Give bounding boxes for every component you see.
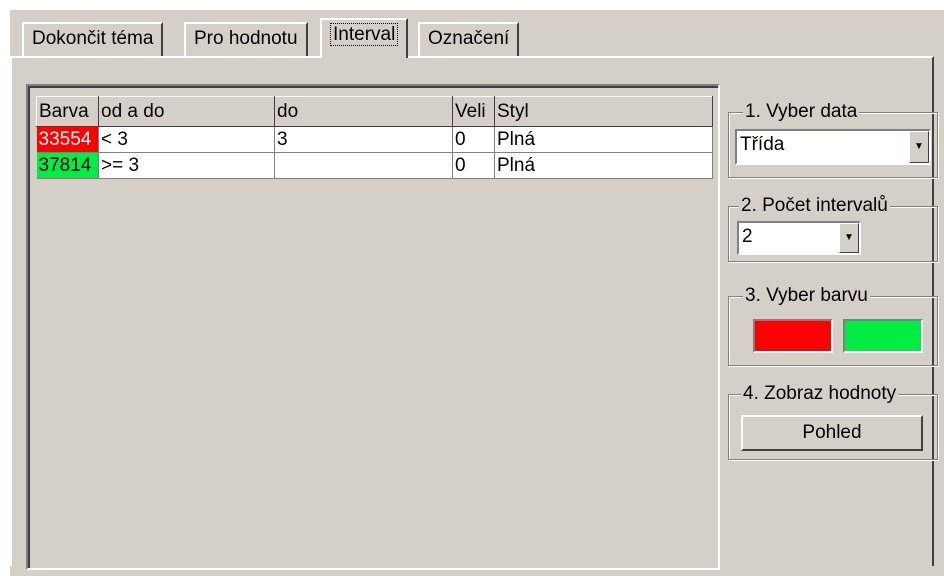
- color-swatch-red[interactable]: [753, 319, 833, 353]
- to-cell[interactable]: 3: [274, 126, 453, 153]
- group-zobraz-hodnoty: 4. Zobraz hodnoty Pohled: [728, 383, 938, 460]
- size-cell[interactable]: 0: [452, 126, 495, 153]
- interval-table[interactable]: Barva od a do do Veli Styl 33554 < 3 3 0…: [36, 96, 713, 179]
- column-header-do[interactable]: do: [274, 96, 453, 127]
- color-cell[interactable]: 33554: [36, 126, 99, 153]
- group-pocet-intervalu: 2. Počet intervalů 2 ▼: [728, 195, 938, 262]
- group-label: 1. Vyber data: [743, 101, 860, 123]
- table-header-row: Barva od a do do Veli Styl: [36, 96, 713, 127]
- column-header-velikost[interactable]: Veli: [452, 96, 495, 127]
- tab-label: Označení: [428, 28, 510, 49]
- column-header-styl[interactable]: Styl: [494, 96, 713, 127]
- column-header-barva[interactable]: Barva: [36, 96, 99, 127]
- table-row[interactable]: 33554 < 3 3 0 Plná: [36, 126, 713, 153]
- select-value: 2: [742, 226, 753, 247]
- style-cell[interactable]: Plná: [494, 152, 713, 179]
- select-value: Třída: [740, 134, 785, 155]
- tab-oznaceni[interactable]: Označení: [418, 22, 520, 56]
- group-label: 3. Vyber barvu: [743, 285, 870, 307]
- to-cell[interactable]: [274, 152, 453, 179]
- button-label: Pohled: [802, 422, 862, 443]
- tab-interval[interactable]: Interval: [320, 18, 409, 58]
- color-cell[interactable]: 37814: [36, 152, 99, 179]
- chevron-down-icon[interactable]: ▼: [909, 131, 929, 163]
- pohled-button[interactable]: Pohled: [741, 415, 923, 451]
- group-vyber-barvu: 3. Vyber barvu: [728, 285, 938, 366]
- interval-count-select[interactable]: 2 ▼: [737, 221, 861, 255]
- column-header-od-a-do[interactable]: od a do: [98, 96, 275, 127]
- color-swatch-green[interactable]: [843, 319, 923, 353]
- tab-label: Pro hodnotu: [194, 28, 298, 49]
- style-cell[interactable]: Plná: [494, 126, 713, 153]
- group-label: 4. Zobraz hodnoty: [741, 383, 899, 405]
- tab-label: Interval: [330, 23, 399, 46]
- data-select[interactable]: Třída ▼: [735, 129, 931, 165]
- tab-dokoncit-tema[interactable]: Dokončit téma: [22, 22, 164, 56]
- size-cell[interactable]: 0: [452, 152, 495, 179]
- chevron-down-icon[interactable]: ▼: [839, 223, 859, 253]
- group-vyber-data: 1. Vyber data Třída ▼: [728, 101, 938, 178]
- from-cell[interactable]: >= 3: [98, 152, 275, 179]
- from-cell[interactable]: < 3: [98, 126, 275, 153]
- tab-pro-hodnotu[interactable]: Pro hodnotu: [184, 22, 308, 56]
- tab-label: Dokončit téma: [32, 28, 154, 49]
- table-row[interactable]: 37814 >= 3 0 Plná: [36, 152, 713, 179]
- group-label: 2. Počet intervalů: [739, 195, 890, 217]
